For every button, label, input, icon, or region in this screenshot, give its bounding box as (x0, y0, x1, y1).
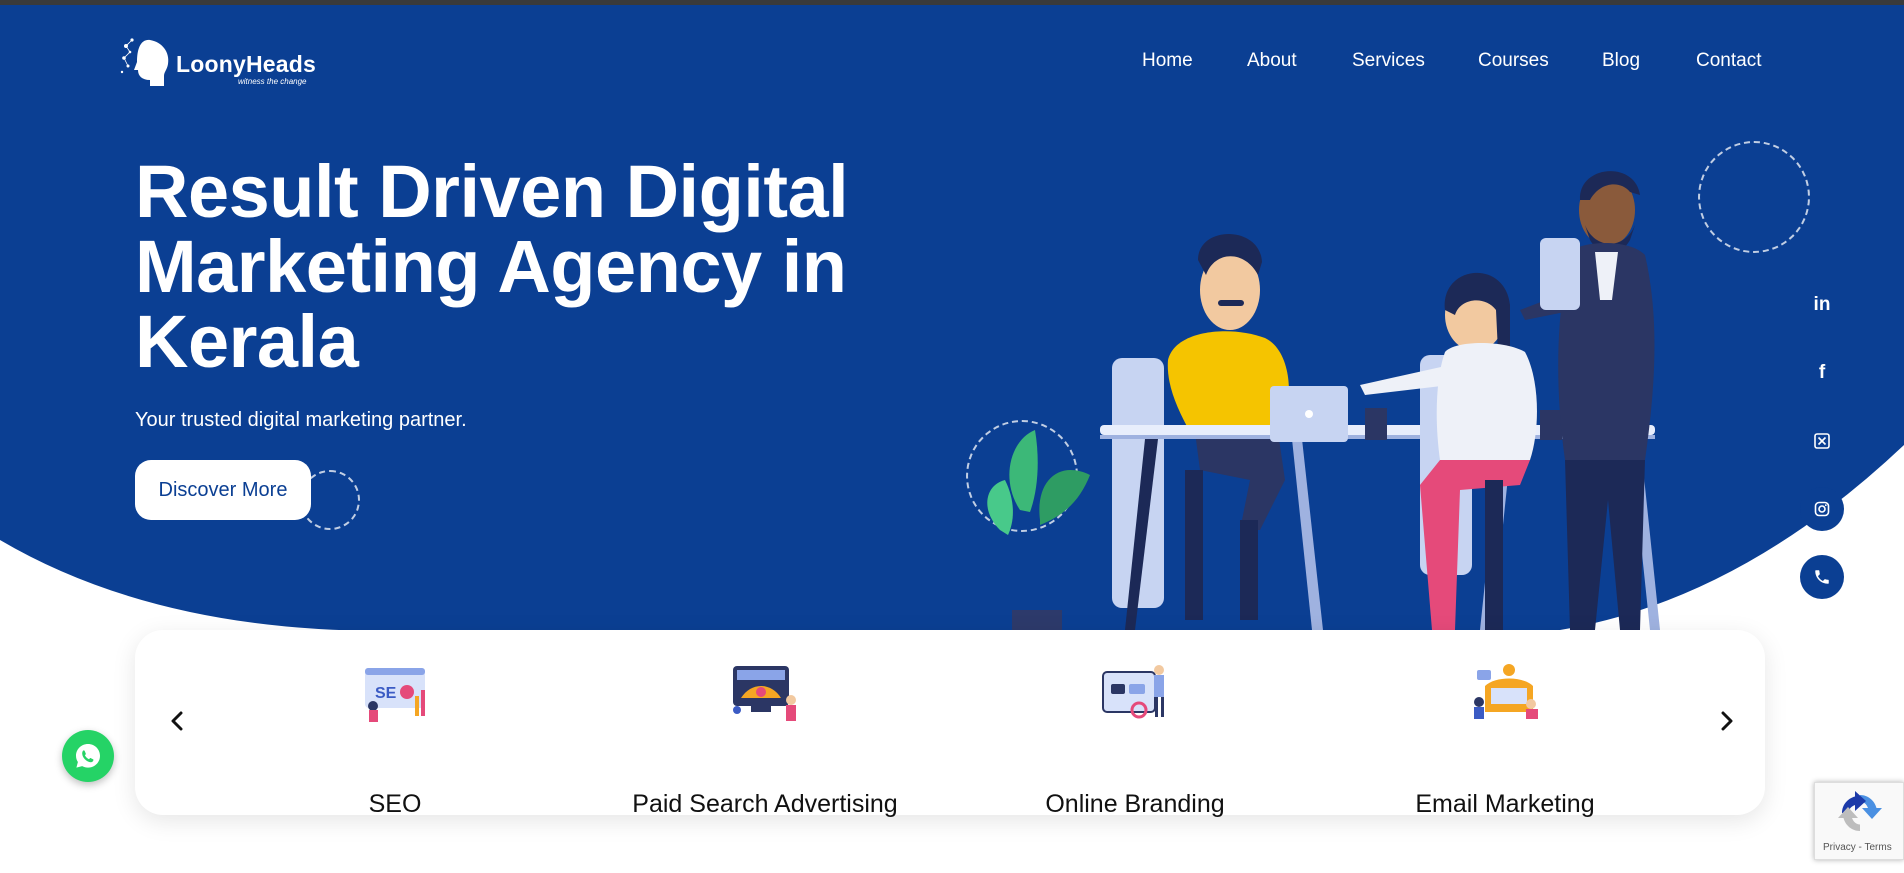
brand-tagline: witness the change (238, 77, 307, 86)
phone-icon[interactable] (1800, 555, 1844, 599)
service-paid-search-advertising[interactable]: Paid Search Advertising (600, 662, 930, 818)
recaptcha-privacy-terms[interactable]: Privacy - Terms (1823, 842, 1892, 853)
recaptcha-badge[interactable]: Privacy - Terms (1814, 782, 1904, 860)
recaptcha-logo-icon (1838, 791, 1882, 831)
nav-home[interactable]: Home (1142, 50, 1193, 72)
online-branding-illustration-icon (1102, 665, 1164, 719)
x-logo-icon (1814, 433, 1830, 449)
seo-illustration-icon: SE (365, 668, 425, 722)
head-logo-icon (120, 38, 169, 86)
linkedin-icon[interactable]: in (1800, 283, 1844, 327)
paid-search-illustration-icon (733, 666, 796, 721)
nav-contact[interactable]: Contact (1696, 50, 1761, 72)
chevron-right-icon (1721, 711, 1733, 731)
man-standing-tablet (1520, 171, 1655, 630)
phone-handset-icon (1815, 570, 1829, 584)
whatsapp-button[interactable] (62, 730, 114, 782)
main-nav: Home About Services Courses Blog Contact (1120, 50, 1780, 74)
service-label-online-branding: Online Branding (1045, 790, 1225, 818)
service-label-email-marketing: Email Marketing (1415, 790, 1595, 818)
services-carousel: SE SEO Paid Search Advertising Online Br… (135, 630, 1765, 818)
service-label-paid-search: Paid Search Advertising (632, 790, 898, 818)
nav-about[interactable]: About (1247, 50, 1297, 72)
instagram-icon[interactable] (1800, 487, 1844, 531)
page: LoonyHeads witness the change Home About… (0, 0, 1904, 873)
facebook-icon[interactable]: f (1800, 351, 1844, 395)
nav-courses[interactable]: Courses (1478, 50, 1549, 72)
svg-text:SE: SE (375, 685, 397, 702)
email-marketing-illustration-icon (1474, 664, 1538, 719)
nav-services[interactable]: Services (1352, 50, 1425, 72)
whatsapp-icon (76, 744, 100, 768)
team-meeting-illustration (987, 171, 1660, 630)
hero-title-line-1: Result Driven Digital (135, 150, 849, 233)
x-twitter-icon[interactable] (1800, 419, 1844, 463)
hero-title: Result Driven Digital Marketing Agency i… (135, 154, 935, 379)
hero-title-line-3: Kerala (135, 300, 359, 383)
nav-blog[interactable]: Blog (1602, 50, 1640, 72)
carousel-prev-button[interactable] (162, 706, 192, 736)
hero-title-line-2: Marketing Agency in (135, 225, 847, 308)
service-seo[interactable]: SE SEO (230, 662, 560, 818)
brand-name: LoonyHeads (176, 51, 317, 77)
carousel-next-button[interactable] (1712, 706, 1742, 736)
decor-circle-right (1698, 141, 1810, 253)
brand-logo[interactable]: LoonyHeads witness the change (120, 36, 316, 90)
chevron-left-icon (171, 711, 183, 731)
service-email-marketing[interactable]: Email Marketing (1340, 662, 1670, 818)
service-label-seo: SEO (368, 790, 422, 818)
hero-subtitle: Your trusted digital marketing partner. (135, 409, 467, 431)
instagram-logo-icon (1814, 501, 1830, 517)
woman-white-shirt (1360, 272, 1537, 630)
plant-illustration (987, 430, 1090, 630)
discover-more-button[interactable]: Discover More (135, 460, 311, 520)
service-online-branding[interactable]: Online Branding (970, 662, 1300, 818)
